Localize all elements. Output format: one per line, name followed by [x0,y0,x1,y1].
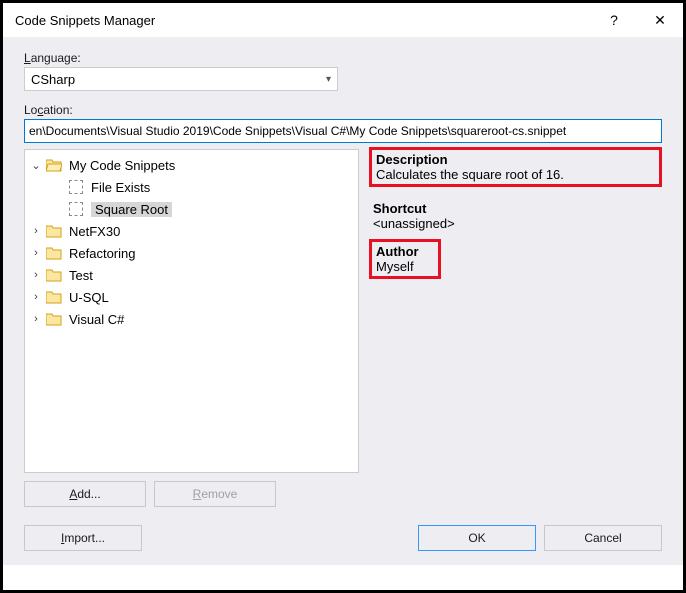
dialog-content: LLanguage:anguage: CSharp ▾ Location:Loc… [3,37,683,565]
folder-icon [45,268,63,282]
folder-icon [45,246,63,260]
language-select[interactable]: CSharp ▾ [24,67,338,91]
tree-folder-item[interactable]: › NetFX30 [25,220,358,242]
ok-button[interactable]: OK [418,525,536,551]
language-value: CSharp [31,72,75,87]
help-button[interactable]: ? [591,3,637,37]
tree-folder-item[interactable]: › U-SQL [25,286,358,308]
help-icon: ? [610,12,618,28]
folder-open-icon [45,158,63,172]
chevron-down-icon: ▾ [326,74,331,85]
remove-button: RemoveRemove [154,481,276,507]
tree-folder-item[interactable]: › Refactoring [25,242,358,264]
author-block: Author Myself [373,243,437,275]
shortcut-text: <unassigned> [373,216,656,231]
tree-label: Test [69,268,93,283]
tree-folder-expanded[interactable]: ⌄ My Code Snippets [25,154,358,176]
footer-row: Import...Import... OK Cancel [24,525,662,551]
expander-closed-icon[interactable]: › [29,290,43,304]
highlight-annotation [369,239,441,279]
tree-file-item[interactable]: File Exists [25,176,358,198]
tree-label: File Exists [91,180,150,195]
main-area: ⌄ My Code Snippets File Exists Square Ro… [24,149,662,473]
language-row: LLanguage:anguage: CSharp ▾ [24,51,662,91]
folder-icon [45,224,63,238]
file-icon [69,180,83,194]
expander-closed-icon[interactable]: › [29,224,43,238]
tree-label: Square Root [91,202,172,217]
folder-icon [45,290,63,304]
tree-label: Visual C# [69,312,124,327]
add-button[interactable]: Add...Add... [24,481,146,507]
import-button[interactable]: Import...Import... [24,525,142,551]
tree-label: Refactoring [69,246,135,261]
language-label: LLanguage:anguage: [24,51,662,65]
expander-closed-icon[interactable]: › [29,312,43,326]
tree-file-item-selected[interactable]: Square Root [25,198,358,220]
cancel-button[interactable]: Cancel [544,525,662,551]
location-row: Location:Location: [24,103,662,143]
location-input[interactable] [24,119,662,143]
close-button[interactable]: ✕ [637,3,683,37]
description-block: Description Calculates the square root o… [373,151,656,183]
tree-label: U-SQL [69,290,109,305]
highlight-annotation [369,147,662,187]
window-title: Code Snippets Manager [15,13,591,28]
shortcut-block: Shortcut <unassigned> [373,201,656,231]
dialog-buttons: OK Cancel [418,525,662,551]
tree-panel[interactable]: ⌄ My Code Snippets File Exists Square Ro… [24,149,359,473]
shortcut-title: Shortcut [373,201,656,216]
file-icon [69,202,83,216]
expander-open-icon[interactable]: ⌄ [29,158,43,172]
tree-folder-item[interactable]: › Test [25,264,358,286]
close-icon: ✕ [654,12,666,29]
mid-button-row: Add...Add... RemoveRemove [24,481,662,507]
tree-label: NetFX30 [69,224,120,239]
location-label: Location:Location: [24,103,662,117]
folder-icon [45,312,63,326]
tree-folder-item[interactable]: › Visual C# [25,308,358,330]
expander-closed-icon[interactable]: › [29,246,43,260]
expander-closed-icon[interactable]: › [29,268,43,282]
tree-label: My Code Snippets [69,158,175,173]
titlebar: Code Snippets Manager ? ✕ [3,3,683,37]
info-panel: Description Calculates the square root o… [367,149,662,473]
